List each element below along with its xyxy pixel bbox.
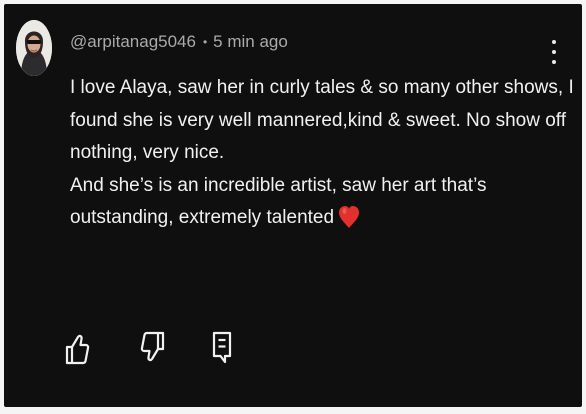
comment-line-1: I love Alaya, saw her in curly tales & s… (70, 77, 574, 98)
screenshot-frame: @arpitanag5046 • 5 min ago I love Alaya,… (0, 0, 586, 414)
meta-separator: • (202, 35, 208, 49)
thumbs-up-icon (65, 334, 90, 365)
like-button[interactable] (64, 330, 90, 366)
more-actions-button[interactable] (547, 38, 561, 70)
vertical-ellipsis-icon-dot-3 (552, 60, 556, 64)
author-handle[interactable]: @arpitanag5046 (70, 32, 196, 52)
comment-line-5: outstanding, extremely talented (70, 207, 335, 228)
avatar[interactable] (16, 20, 52, 76)
comment-line-5-wrapper: outstanding, extremely talented (70, 202, 560, 241)
reply-comment-icon (212, 331, 232, 364)
comment-text: I love Alaya, saw her in curly tales & s… (70, 72, 574, 241)
comment-card: @arpitanag5046 • 5 min ago I love Alaya,… (4, 4, 582, 407)
red-heart-icon (338, 205, 360, 241)
avatar-photo-icon (16, 20, 52, 76)
vertical-ellipsis-icon-dot-2 (552, 50, 556, 54)
comment-timestamp[interactable]: 5 min ago (213, 32, 288, 52)
comment-line-4: And she’s is an incredible artist, saw h… (70, 174, 487, 196)
comment-line-3: nothing, very nice. (70, 142, 225, 163)
dislike-button[interactable] (140, 330, 166, 366)
thumbs-down-icon (140, 331, 165, 362)
comment-line-2: found she is very well mannered,kind & s… (70, 109, 567, 131)
vertical-ellipsis-icon-dot-1 (552, 40, 556, 44)
reply-button[interactable] (210, 330, 236, 366)
comment-header: @arpitanag5046 • 5 min ago (70, 30, 288, 54)
